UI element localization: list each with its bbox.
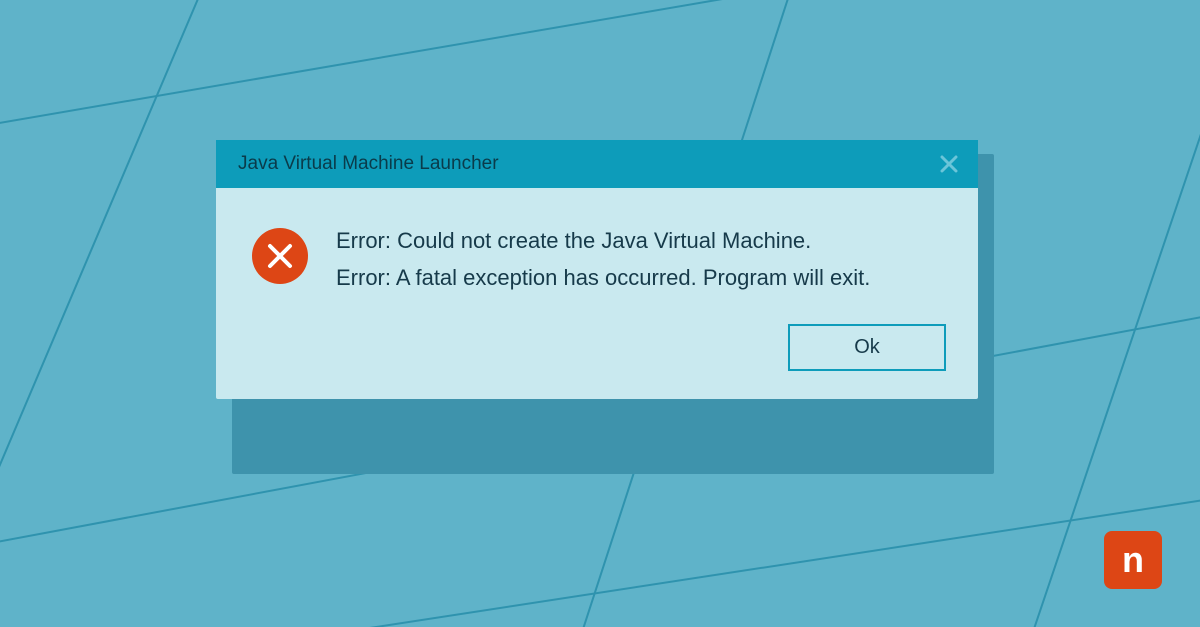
- error-message-line-1: Error: Could not create the Java Virtual…: [336, 224, 870, 257]
- error-message-line-2: Error: A fatal exception has occurred. P…: [336, 261, 870, 294]
- dialog-title: Java Virtual Machine Launcher: [238, 153, 499, 175]
- dialog-titlebar: Java Virtual Machine Launcher: [216, 140, 978, 188]
- dialog-messages: Error: Could not create the Java Virtual…: [336, 224, 870, 294]
- close-icon[interactable]: [940, 155, 958, 173]
- dialog-body: Error: Could not create the Java Virtual…: [216, 188, 978, 324]
- error-dialog: Java Virtual Machine Launcher Error: Cou…: [216, 140, 978, 399]
- brand-logo: n: [1104, 531, 1162, 589]
- error-icon: [252, 228, 308, 284]
- dialog-footer: Ok: [216, 324, 978, 399]
- ok-button[interactable]: Ok: [788, 324, 946, 371]
